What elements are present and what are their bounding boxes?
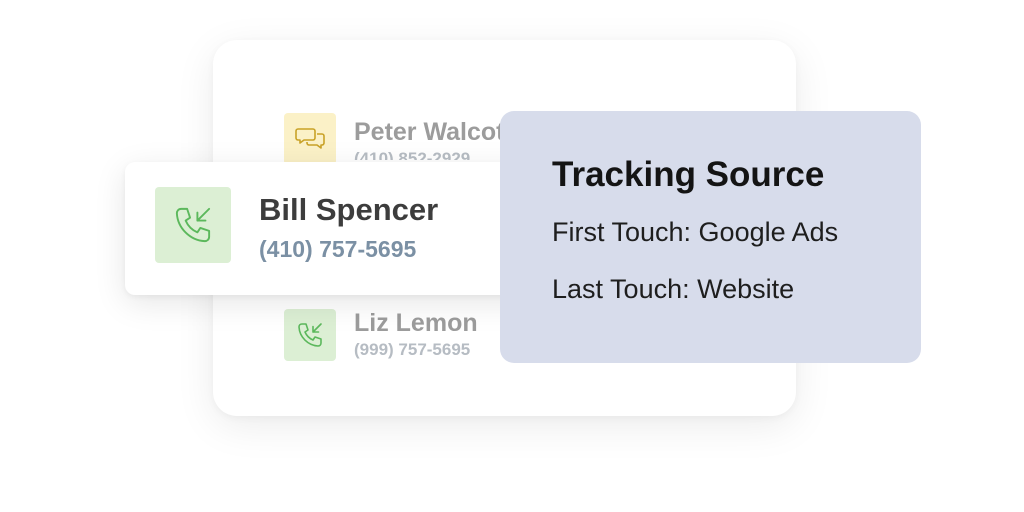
contact-phone: (410) 757-5695 bbox=[259, 236, 417, 262]
contact-name: Liz Lemon bbox=[354, 309, 478, 337]
tracking-source-title: Tracking Source bbox=[552, 155, 825, 194]
contact-phone: (410) 852-2929 bbox=[354, 149, 471, 160]
contact-tracking-illustration: Peter Walcott (410) 852-2929 Liz Lemon (… bbox=[0, 0, 1024, 512]
contact-phone: (999) 757-5695 bbox=[354, 340, 471, 359]
contact-row-peter[interactable]: Peter Walcott (410) 852-2929 bbox=[284, 113, 513, 165]
contact-name: Peter Walcott bbox=[354, 118, 513, 146]
chat-bubbles-icon bbox=[284, 113, 336, 165]
last-touch-text: Last Touch: Website bbox=[552, 274, 795, 304]
tracking-source-panel: Tracking Source First Touch: Google Ads … bbox=[500, 111, 921, 363]
incoming-call-icon bbox=[155, 187, 231, 263]
incoming-call-icon bbox=[284, 309, 336, 361]
contact-card-highlighted[interactable]: Bill Spencer (410) 757-5695 bbox=[125, 162, 545, 295]
contact-name: Bill Spencer bbox=[259, 192, 439, 227]
contact-row-liz[interactable]: Liz Lemon (999) 757-5695 bbox=[284, 309, 478, 361]
first-touch-text: First Touch: Google Ads bbox=[552, 217, 839, 247]
